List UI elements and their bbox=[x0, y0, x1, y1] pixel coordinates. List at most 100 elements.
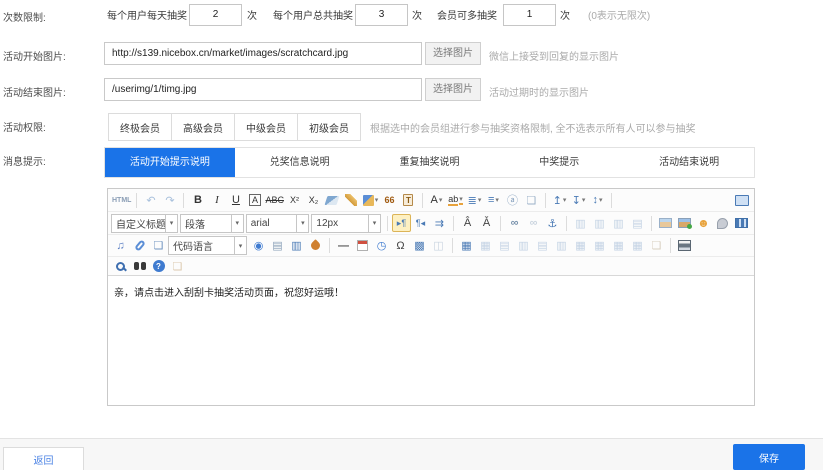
paragraph-bottom-spacing-icon[interactable]: ↧▾ bbox=[569, 191, 588, 209]
code-language-select[interactable]: 代码语言▾ bbox=[168, 236, 247, 255]
dir-rtl-icon[interactable]: ¶◂ bbox=[411, 214, 430, 232]
paragraph-select[interactable]: 段落▾ bbox=[180, 214, 244, 233]
eraser-icon[interactable] bbox=[323, 191, 342, 209]
insert-file-icon[interactable]: ❏ bbox=[149, 237, 168, 255]
special-char-icon[interactable]: Ω bbox=[391, 237, 410, 255]
toolbar-separator bbox=[183, 193, 184, 208]
dropdown-arrow-icon: ▾ bbox=[165, 215, 177, 232]
message-tab[interactable]: 活动开始提示说明 bbox=[105, 148, 235, 177]
delete-col-icon[interactable]: ▥ bbox=[552, 237, 571, 255]
end-image-input[interactable] bbox=[104, 78, 422, 101]
letter-spacing-decrease-icon[interactable]: Ǎ bbox=[477, 214, 496, 232]
table-header-icon[interactable]: ▦ bbox=[609, 237, 628, 255]
image-manager-icon[interactable] bbox=[675, 214, 694, 232]
insert-iframe-icon[interactable]: ▥ bbox=[287, 237, 306, 255]
date-icon[interactable] bbox=[353, 237, 372, 255]
attachment-icon[interactable] bbox=[130, 237, 149, 255]
member-option-button[interactable]: 终极会员 bbox=[108, 113, 172, 141]
page-template-icon[interactable]: ❏ bbox=[647, 237, 666, 255]
emotion-icon[interactable]: ☻ bbox=[694, 214, 713, 232]
insert-col-icon[interactable]: ▥ bbox=[514, 237, 533, 255]
message-tab[interactable]: 中奖提示 bbox=[494, 148, 624, 177]
link-icon[interactable]: ∞ bbox=[505, 214, 524, 232]
html-source-icon[interactable]: HTML bbox=[111, 191, 132, 209]
blockquote-icon[interactable]: 66 bbox=[380, 191, 399, 209]
limit-count-input[interactable] bbox=[189, 4, 242, 26]
subscript-icon[interactable]: X₂ bbox=[304, 191, 323, 209]
image-align-right-icon[interactable]: ▥ bbox=[609, 214, 628, 232]
fullscreen-icon[interactable] bbox=[732, 191, 751, 209]
merge-cells-icon[interactable]: ▦ bbox=[571, 237, 590, 255]
horizontal-rule-icon[interactable]: — bbox=[334, 237, 353, 255]
font-border-icon[interactable]: A bbox=[245, 191, 264, 209]
bold-icon[interactable]: B bbox=[188, 191, 207, 209]
highlight-color-icon[interactable]: ab▾ bbox=[446, 191, 465, 209]
style-select[interactable]: 自定义标题▾ bbox=[111, 214, 178, 233]
pagebreak-icon[interactable]: ▤ bbox=[268, 237, 287, 255]
font-color-icon[interactable]: A▾ bbox=[427, 191, 446, 209]
auto-typeset-icon[interactable]: ⓐ bbox=[503, 191, 522, 209]
new-doc-icon[interactable]: ❏ bbox=[522, 191, 541, 209]
image-align-center-icon[interactable]: ▥ bbox=[590, 214, 609, 232]
message-tab[interactable]: 重复抽奖说明 bbox=[365, 148, 495, 177]
baidu-app-icon[interactable]: ◉ bbox=[249, 237, 268, 255]
print-icon[interactable] bbox=[675, 237, 694, 255]
insert-image-icon[interactable] bbox=[656, 214, 675, 232]
end-image-choose-button[interactable]: 选择图片 bbox=[425, 78, 481, 101]
insert-row-icon[interactable]: ▤ bbox=[495, 237, 514, 255]
paragraph-top-spacing-icon[interactable]: ↥▾ bbox=[550, 191, 569, 209]
toolbar-separator bbox=[453, 216, 454, 231]
paste-text-icon[interactable]: T bbox=[399, 191, 418, 209]
redo-icon[interactable]: ↷ bbox=[160, 191, 179, 209]
dropdown-arrow-icon: ▾ bbox=[582, 196, 586, 204]
editor-content[interactable]: 亲，请点击进入刮刮卡抽奖活动页面，祝您好运哦！ bbox=[108, 278, 754, 405]
split-cells-icon[interactable]: ▦ bbox=[590, 237, 609, 255]
fontsize-select[interactable]: 12px▾ bbox=[311, 214, 381, 233]
member-option-button[interactable]: 高级会员 bbox=[171, 113, 235, 141]
dir-ltr-icon[interactable]: ▸¶ bbox=[392, 214, 411, 232]
clear-format-icon[interactable] bbox=[342, 191, 361, 209]
unlink-icon[interactable]: ∞ bbox=[524, 214, 543, 232]
image-align-left-icon[interactable]: ▥ bbox=[571, 214, 590, 232]
music-icon[interactable]: ♫ bbox=[111, 237, 130, 255]
help-icon[interactable]: ? bbox=[149, 257, 168, 275]
save-button[interactable]: 保存 bbox=[733, 444, 805, 470]
insert-video-icon[interactable] bbox=[732, 214, 751, 232]
delete-table-icon[interactable]: ▦ bbox=[476, 237, 495, 255]
image-align-none-icon[interactable]: ▤ bbox=[628, 214, 647, 232]
background-color-icon[interactable] bbox=[306, 237, 325, 255]
letter-spacing-increase-icon[interactable]: Â bbox=[458, 214, 477, 232]
find-replace-icon[interactable] bbox=[130, 257, 149, 275]
message-tab[interactable]: 兑奖信息说明 bbox=[235, 148, 365, 177]
superscript-icon[interactable]: X² bbox=[285, 191, 304, 209]
unordered-list-icon[interactable]: ≡▾ bbox=[484, 191, 503, 209]
back-button[interactable]: 返回 bbox=[3, 447, 84, 470]
underline-icon[interactable]: U bbox=[226, 191, 245, 209]
insert-table-icon[interactable]: ▦ bbox=[457, 237, 476, 255]
format-painter-icon[interactable]: ▾ bbox=[361, 191, 380, 209]
preview-icon[interactable] bbox=[111, 257, 130, 275]
italic-icon[interactable]: I bbox=[207, 191, 226, 209]
font-select[interactable]: arial▾ bbox=[246, 214, 310, 233]
paste-icon[interactable]: ❏ bbox=[168, 257, 187, 275]
undo-icon[interactable]: ↶ bbox=[141, 191, 160, 209]
indent-icon[interactable]: ⇉ bbox=[430, 214, 449, 232]
delete-row-icon[interactable]: ▤ bbox=[533, 237, 552, 255]
ordered-list-icon[interactable]: ≣▾ bbox=[465, 191, 484, 209]
limit-count-input[interactable] bbox=[503, 4, 556, 26]
message-tab[interactable]: 活动结束说明 bbox=[624, 148, 754, 177]
map-icon[interactable]: ▩ bbox=[410, 237, 429, 255]
member-option-button[interactable]: 中级会员 bbox=[234, 113, 298, 141]
strikethrough-icon[interactable]: ABC bbox=[264, 191, 285, 209]
limit-count-input[interactable] bbox=[355, 4, 408, 26]
time-icon[interactable]: ◷ bbox=[372, 237, 391, 255]
start-image-input[interactable] bbox=[104, 42, 422, 65]
scratch-card-activity-form: 次数限制: 每个用户每天抽奖次每个用户总共抽奖次会员可多抽奖次(0表示无限次) … bbox=[0, 0, 823, 470]
screenshot-icon[interactable]: ◫ bbox=[429, 237, 448, 255]
table-title-icon[interactable]: ▦ bbox=[628, 237, 647, 255]
anchor-icon[interactable]: ⚓ bbox=[543, 214, 562, 232]
line-height-icon[interactable]: ↕▾ bbox=[588, 191, 607, 209]
scrawl-icon[interactable] bbox=[713, 214, 732, 232]
member-option-button[interactable]: 初级会员 bbox=[297, 113, 361, 141]
start-image-choose-button[interactable]: 选择图片 bbox=[425, 42, 481, 65]
